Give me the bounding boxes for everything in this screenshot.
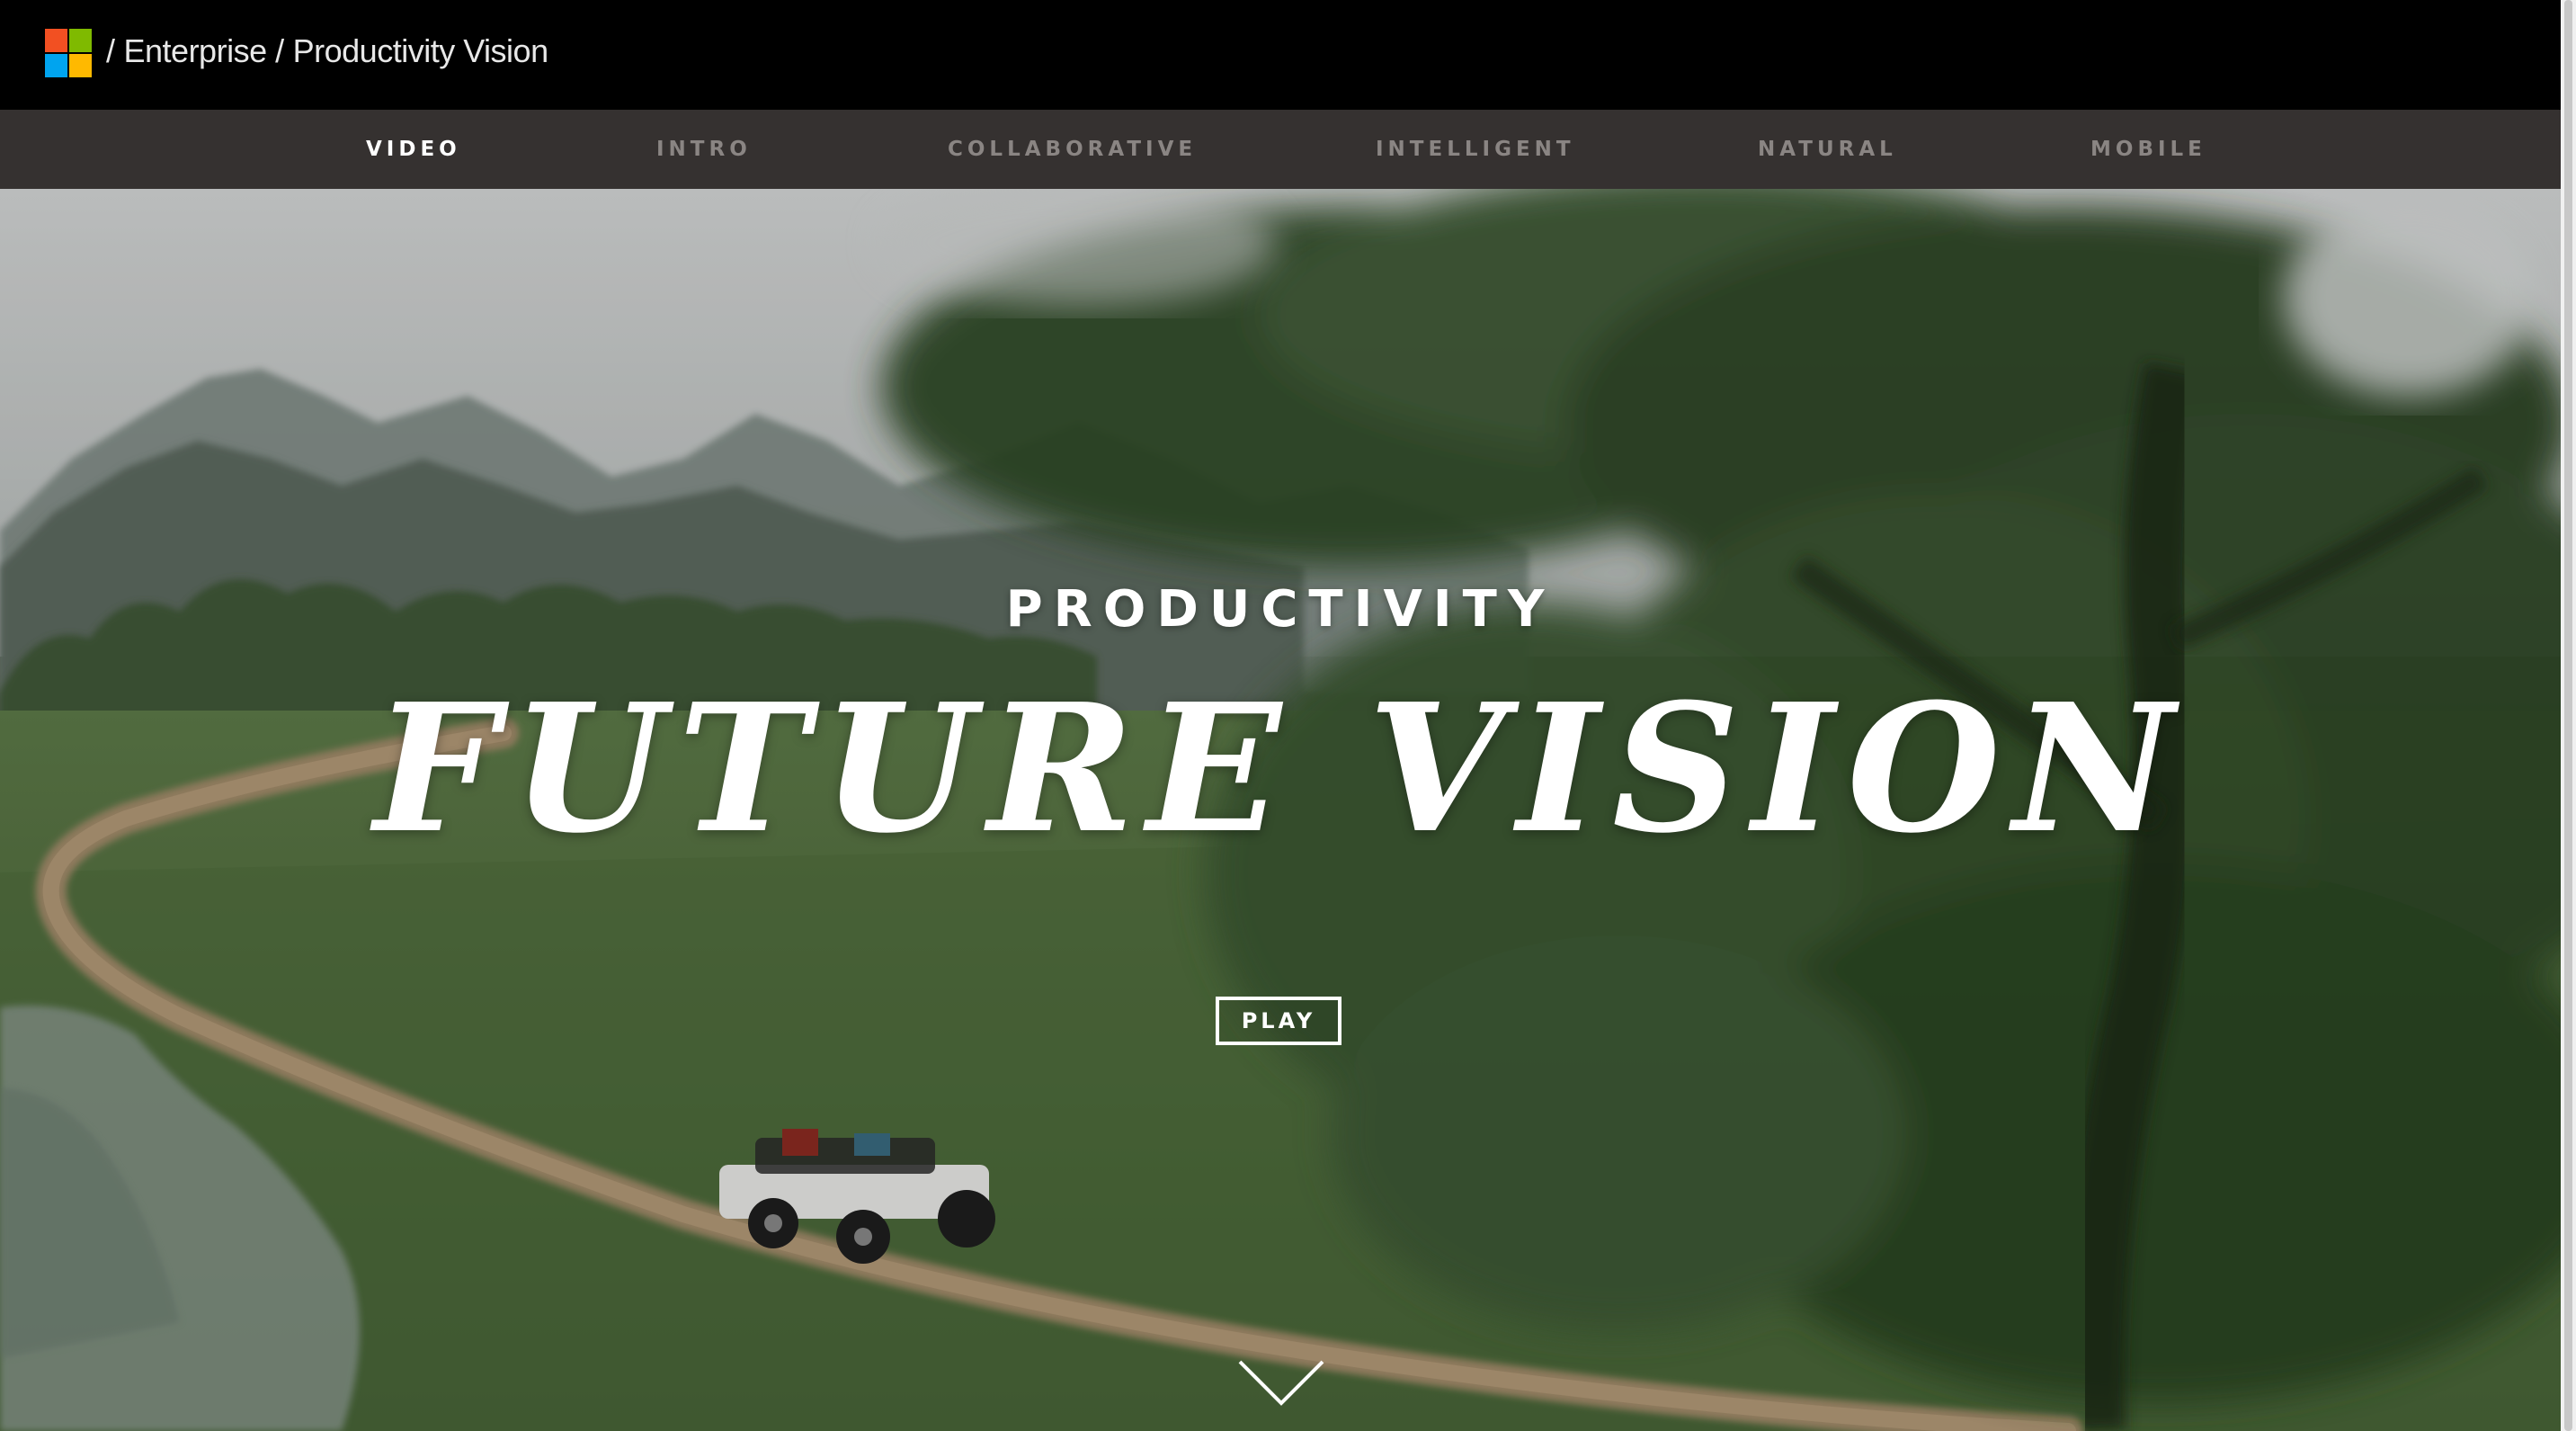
play-button[interactable]: PLAY [1216,997,1341,1045]
hero-eyebrow: PRODUCTIVITY [1005,580,1555,639]
breadcrumb: / Enterprise / Productivity Vision [106,32,548,70]
breadcrumb-separator: / [106,32,115,69]
nav-item-intro[interactable]: INTRO [656,110,752,189]
nav-item-natural[interactable]: NATURAL [1758,110,1897,189]
breadcrumb-separator: / [275,32,284,69]
scrollbar-thumb[interactable] [2564,0,2572,1431]
top-bar: / Enterprise / Productivity Vision [0,0,2561,110]
logo-green-square [69,29,92,52]
microsoft-logo-icon[interactable] [45,29,92,77]
logo-yellow-square [69,54,92,77]
nav-item-video[interactable]: VIDEO [366,110,461,189]
breadcrumb-current: Productivity Vision [292,32,548,69]
logo-red-square [45,29,67,52]
nav-item-collaborative[interactable]: COLLABORATIVE [948,110,1197,189]
page: / Enterprise / Productivity Vision VIDEO I… [0,0,2576,1431]
logo-blue-square [45,54,67,77]
nav-item-mobile[interactable]: MOBILE [2090,110,2206,189]
breadcrumb-enterprise-link[interactable]: Enterprise [124,32,268,69]
chevron-down-icon[interactable] [1236,1356,1326,1410]
section-nav: VIDEO INTRO COLLABORATIVE INTELLIGENT NA… [0,110,2561,189]
nav-item-intelligent[interactable]: INTELLIGENT [1376,110,1575,189]
page-scrollbar[interactable] [2561,0,2576,1431]
hero-title: FUTURE VISION [373,666,2188,872]
hero-video-banner[interactable]: PRODUCTIVITY FUTURE VISION PLAY [0,189,2561,1431]
